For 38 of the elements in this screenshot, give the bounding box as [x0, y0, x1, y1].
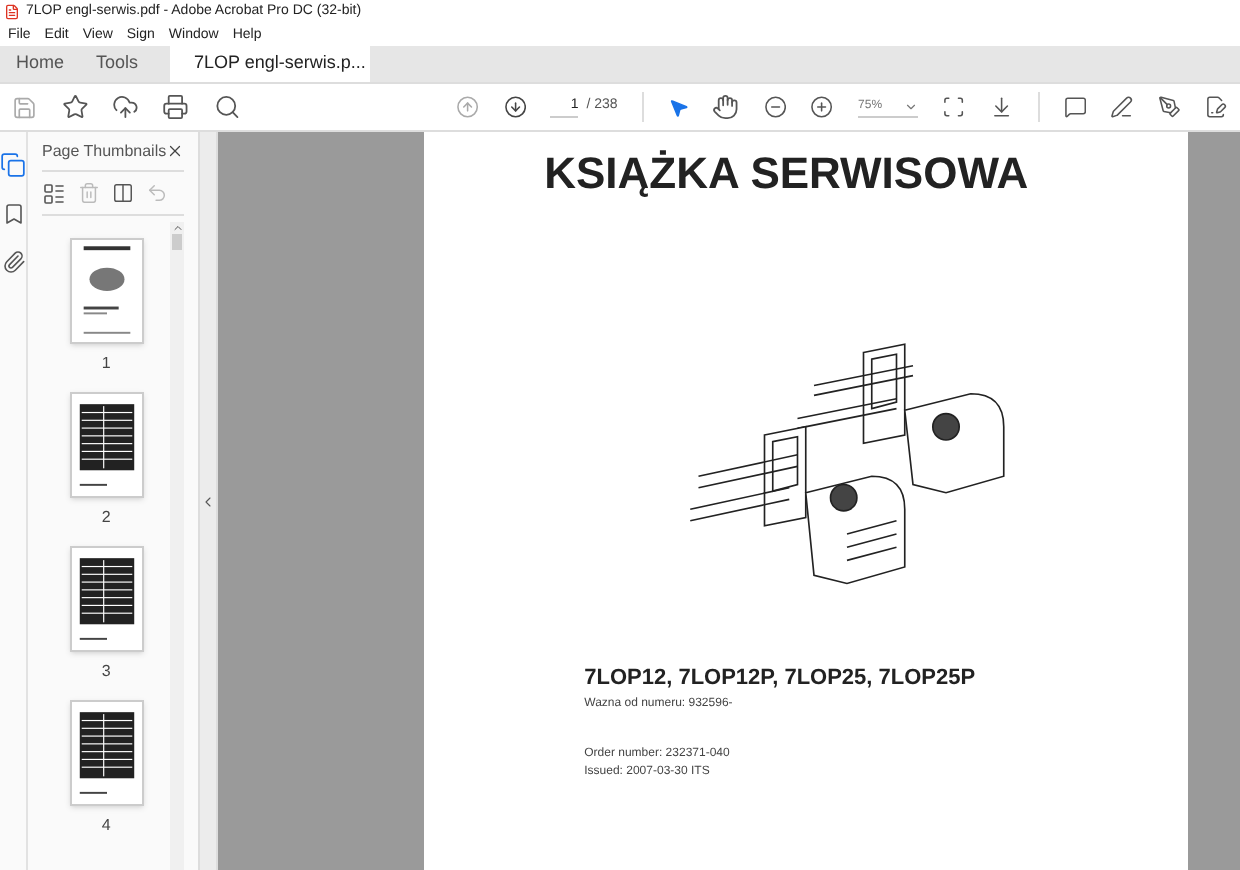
- tab[interactable]: Home: [0, 46, 81, 82]
- options-icon[interactable]: [42, 181, 66, 205]
- tab[interactable]: 7LOP engl-serwis.p...: [170, 46, 371, 82]
- insert-page-icon[interactable]: [112, 182, 134, 204]
- upload-icon[interactable]: [111, 92, 139, 122]
- page-thumbnail[interactable]: [69, 392, 144, 498]
- page-number: 2: [101, 506, 111, 530]
- paperclip-icon[interactable]: [1, 250, 25, 274]
- page-number: 1: [101, 352, 111, 376]
- close-icon[interactable]: [166, 142, 185, 160]
- star-icon[interactable]: [61, 92, 88, 122]
- pdf-file-icon: [4, 3, 20, 19]
- page-number: 4: [101, 814, 111, 838]
- pages-icon[interactable]: [0, 152, 26, 178]
- fit-page-icon[interactable]: [942, 94, 966, 120]
- hand-icon[interactable]: [712, 92, 740, 122]
- page-thumbnail[interactable]: [69, 700, 144, 806]
- highlight-icon[interactable]: [1110, 94, 1134, 120]
- tab[interactable]: Tools: [80, 46, 155, 82]
- comment-icon[interactable]: [1063, 94, 1087, 120]
- scrollbar-thumb[interactable]: [172, 234, 183, 250]
- zoom-in-icon[interactable]: [810, 94, 835, 120]
- print-icon[interactable]: [162, 92, 190, 122]
- edit-document-icon[interactable]: [1204, 94, 1228, 120]
- next-page-icon[interactable]: [503, 94, 527, 120]
- page-number: 3: [101, 660, 111, 684]
- zoom-out-icon[interactable]: [763, 94, 787, 120]
- page-thumbnail[interactable]: [69, 238, 144, 344]
- page-thumbnail[interactable]: [69, 546, 144, 652]
- bookmark-icon[interactable]: [1, 202, 25, 226]
- scroll-mode-icon[interactable]: [990, 94, 1014, 120]
- panel-title: Page Thumbnails: [42, 139, 167, 163]
- search-icon[interactable]: [213, 92, 241, 122]
- caret-icon: [904, 99, 919, 113]
- model-list: 7LOP12, 7LOP12P, 7LOP25, 7LOP25P: [584, 662, 1029, 695]
- document-title: KSIĄŻKA SERWISOWA: [544, 146, 1029, 202]
- pen-icon[interactable]: [1157, 94, 1181, 120]
- pointer-icon[interactable]: [667, 95, 689, 119]
